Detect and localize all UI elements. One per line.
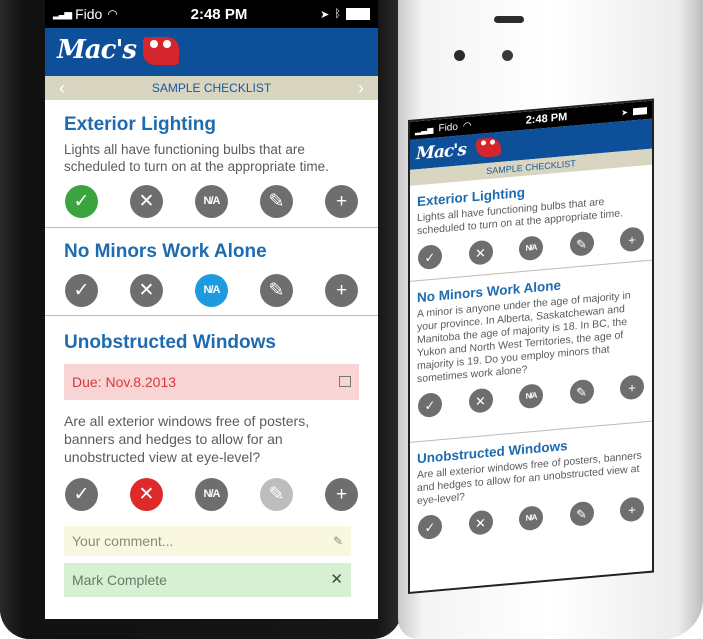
battery-icon xyxy=(345,8,370,20)
check-button[interactable]: ✓ xyxy=(65,185,98,218)
checkmark-icon: ✓ xyxy=(73,484,90,505)
check-button[interactable]: ✓ xyxy=(65,274,98,307)
edit-button[interactable]: ✎ xyxy=(260,185,293,218)
clock: 2:48 PM xyxy=(190,5,248,23)
location-icon: ➤ xyxy=(621,107,628,117)
owl-logo-icon xyxy=(143,37,179,65)
fail-button[interactable]: ✕ xyxy=(130,185,163,218)
cross-icon: ✕ xyxy=(138,191,155,212)
brand-bar: Mac's xyxy=(45,28,378,76)
item-description: Lights all have functioning bulbs that a… xyxy=(64,142,329,174)
comment-field[interactable]: Your comment... ✎ xyxy=(64,526,351,556)
check-button[interactable]: ✓ xyxy=(418,244,442,271)
back-phone: ▂▃▅ Fido ◠ 2:48 PM ➤ Mac's SAMPLE CHECKL… xyxy=(398,0,703,639)
location-icon: ➤ xyxy=(320,8,330,21)
action-row: ✓ ✕ N/A ✎ + xyxy=(45,274,378,307)
fail-button[interactable]: ✕ xyxy=(468,239,493,266)
na-button[interactable]: N/A xyxy=(195,274,228,307)
na-button[interactable]: N/A xyxy=(519,505,543,532)
signal-icon: ▂▃▅ xyxy=(53,8,72,20)
wifi-icon: ◠ xyxy=(107,7,118,21)
pencil-icon: ✎ xyxy=(268,191,285,212)
fail-button[interactable]: ✕ xyxy=(468,509,493,536)
calendar-icon[interactable] xyxy=(339,376,351,387)
edit-button[interactable]: ✎ xyxy=(260,274,293,307)
close-icon[interactable]: ✕ xyxy=(330,563,343,597)
back-screen-wrap: ▂▃▅ Fido ◠ 2:48 PM ➤ Mac's SAMPLE CHECKL… xyxy=(408,72,668,605)
signal-icon: ▂▃▅ xyxy=(415,124,434,135)
carrier-label: Fido xyxy=(75,6,103,22)
edit-button[interactable]: ✎ xyxy=(569,230,594,257)
checklist-item: Unobstructed Windows Due: Nov.8.2013 Are… xyxy=(45,316,378,597)
back-screen: ▂▃▅ Fido ◠ 2:48 PM ➤ Mac's SAMPLE CHECKL… xyxy=(408,98,654,595)
checklist-item: No Minors Work Alone A minor is anyone u… xyxy=(410,260,652,443)
camera-icon xyxy=(454,50,465,61)
speaker-grille xyxy=(494,16,524,23)
add-button[interactable]: + xyxy=(325,274,358,307)
carrier-label: Fido xyxy=(438,121,458,134)
action-row: ✓ ✕ N/A ✎ + xyxy=(45,185,378,218)
add-button[interactable]: + xyxy=(620,226,644,253)
checkmark-icon: ✓ xyxy=(73,280,90,301)
fail-button[interactable]: ✕ xyxy=(468,387,493,414)
check-button[interactable]: ✓ xyxy=(418,514,442,541)
pencil-icon: ✎ xyxy=(268,280,285,301)
plus-icon: + xyxy=(335,280,348,301)
add-button[interactable]: + xyxy=(620,374,644,401)
na-button[interactable]: N/A xyxy=(519,235,543,262)
check-button[interactable]: ✓ xyxy=(418,392,442,419)
checklist-item: Exterior Lighting Lights all have functi… xyxy=(45,100,378,228)
pencil-icon: ✎ xyxy=(268,484,285,505)
plus-icon: + xyxy=(335,191,348,212)
edit-button[interactable]: ✎ xyxy=(569,378,594,405)
na-button[interactable]: N/A xyxy=(519,383,543,410)
due-date-field[interactable]: Due: Nov.8.2013 xyxy=(64,364,359,400)
add-button[interactable]: + xyxy=(325,478,358,511)
clock: 2:48 PM xyxy=(525,111,568,127)
add-button[interactable]: + xyxy=(325,185,358,218)
chevron-left-icon[interactable]: ‹ xyxy=(59,76,65,100)
fail-button[interactable]: ✕ xyxy=(130,274,163,307)
check-button[interactable]: ✓ xyxy=(65,478,98,511)
item-title: Unobstructed Windows xyxy=(64,332,276,353)
edit-button[interactable]: ✎ xyxy=(260,478,293,511)
na-button[interactable]: N/A xyxy=(195,185,228,218)
mark-complete-button[interactable]: Mark Complete ✕ xyxy=(64,563,351,597)
checkmark-icon: ✓ xyxy=(73,191,90,212)
macs-logo: Mac's xyxy=(57,35,137,65)
item-description: Are all exterior windows free of posters… xyxy=(64,413,310,465)
macs-logo: Mac's xyxy=(416,139,466,165)
checklist-item: No Minors Work Alone ✓ ✕ N/A ✎ + xyxy=(45,228,378,316)
item-title: No Minors Work Alone xyxy=(64,241,267,262)
pencil-icon: ✎ xyxy=(332,534,343,548)
wifi-icon: ◠ xyxy=(462,119,472,132)
na-button[interactable]: N/A xyxy=(195,478,228,511)
na-icon: N/A xyxy=(203,284,221,296)
sensor-icon xyxy=(502,50,513,61)
edit-button[interactable]: ✎ xyxy=(569,500,594,527)
checklist-title: SAMPLE CHECKLIST xyxy=(151,81,272,95)
chevron-right-icon[interactable]: › xyxy=(358,76,364,100)
status-bar: ▂▃▅ Fido ◠ 2:48 PM ➤ ᛒ xyxy=(45,0,378,28)
front-phone: ▂▃▅ Fido ◠ 2:48 PM ➤ ᛒ Mac's ‹ SAMPLE CH… xyxy=(0,0,402,639)
battery-icon xyxy=(633,106,647,115)
plus-icon: + xyxy=(335,484,348,505)
na-icon: N/A xyxy=(203,195,221,207)
add-button[interactable]: + xyxy=(620,496,644,523)
item-title: Exterior Lighting xyxy=(64,114,216,135)
owl-logo-icon xyxy=(476,136,501,159)
checklist-nav-bar: ‹ SAMPLE CHECKLIST › xyxy=(45,76,378,100)
bluetooth-icon: ᛒ xyxy=(334,8,341,20)
na-icon: N/A xyxy=(203,488,221,500)
fail-button[interactable]: ✕ xyxy=(130,478,163,511)
cross-icon: ✕ xyxy=(138,484,155,505)
cross-icon: ✕ xyxy=(138,280,155,301)
front-screen: ▂▃▅ Fido ◠ 2:48 PM ➤ ᛒ Mac's ‹ SAMPLE CH… xyxy=(45,0,378,619)
action-row: ✓ ✕ N/A ✎ + xyxy=(45,478,378,511)
